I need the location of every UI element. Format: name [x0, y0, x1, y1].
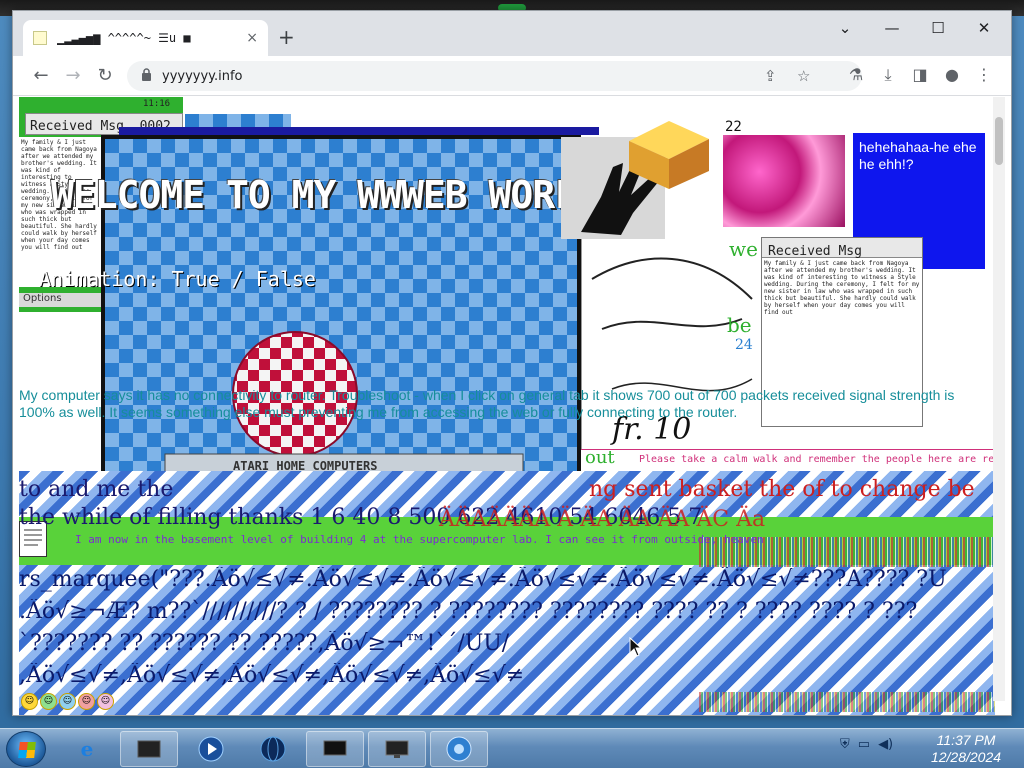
windows-flag-icon [18, 742, 36, 758]
clock-date: 12/28/2024 [930, 749, 1002, 765]
tab-search-chevron-icon[interactable]: ⌄ [830, 19, 860, 37]
tab-active[interactable]: ▁▂▃▄▅▆ ^^^^^~ ☰u ■ × [23, 20, 268, 56]
terminal-icon [137, 740, 161, 758]
media-player-taskbar-button[interactable] [182, 731, 240, 767]
scrollbar-thumb[interactable] [995, 117, 1003, 165]
url-text: yyyyyyy.info [162, 68, 243, 84]
share-icon[interactable]: ⇪ [764, 67, 777, 85]
marquee-line-2: .Äö√≥¬Æ? m??`//////////? ? / ???????? ? … [19, 599, 918, 624]
reload-button[interactable]: ↻ [93, 64, 117, 88]
num-24: 24 [735, 337, 753, 353]
taskbar-clock[interactable]: 11:37 PM 12/28/2024 [918, 732, 1014, 766]
animation-toggle[interactable]: Animation: True / False [39, 267, 316, 291]
calm-walk-note: Please take a calm walk and remember the… [639, 454, 995, 465]
emoji-row: ☺ ☺ ☺ ☺ ☺ [21, 693, 114, 710]
lock-icon[interactable] [141, 68, 152, 84]
profile-icon[interactable]: ● [941, 65, 963, 84]
blue-box-text: hehehahaa-he ehe he ehh!? [859, 139, 977, 172]
ie-icon: e [80, 737, 94, 761]
taskbar: e ⛨ ▭ ◀) 11:37 PM 12/28/2024 [0, 728, 1024, 768]
shield-icon[interactable]: ⛨ [840, 737, 850, 752]
marquee-line-4: ,Äö√≤√≠,Äö√≤√≠,Äö√≤√≠,Äö√≤√≠,Äö√≤√≠ [19, 663, 525, 688]
page-scrollbar[interactable] [993, 97, 1005, 701]
counter-22: 22 [725, 119, 742, 135]
menu-icon[interactable]: ⋮ [973, 65, 995, 84]
be-label: be [727, 313, 752, 337]
red-line-1: ng sent basket the of to change be [589, 477, 975, 502]
clock-time: 11:37 PM [936, 732, 996, 748]
monitor-icon [323, 740, 347, 756]
options-bar[interactable]: Options [19, 293, 101, 307]
smiley-green-icon: ☺ [40, 693, 57, 710]
mouse-cursor-icon [629, 637, 643, 657]
close-tab-icon[interactable]: × [246, 30, 258, 46]
smiley-red-icon: ☺ [78, 693, 95, 710]
forward-button[interactable]: → [61, 64, 85, 88]
download-icon[interactable]: ⤓ [877, 65, 899, 85]
small-time: 11:16 [143, 99, 171, 109]
sidebar-icon[interactable]: ◨ [909, 65, 931, 84]
system-tray: ⛨ ▭ ◀) [840, 737, 893, 752]
smiley-icon: ☺ [21, 693, 38, 710]
address-bar[interactable]: yyyyyyy.info ⇪ ☆ [127, 61, 862, 91]
back-button[interactable]: ← [29, 64, 53, 88]
browser-icon [446, 736, 472, 762]
volume-icon[interactable]: ◀) [878, 737, 893, 752]
marquee-line-3: `??????? ?? ?????? ?? ?????,Äö√≥¬™!`´/UU… [19, 631, 510, 656]
network-monitor-icon [385, 740, 409, 758]
tab-title: ▁▂▃▄▅▆ ^^^^^~ ☰u ■ [57, 31, 191, 45]
monitor-taskbar-button[interactable] [306, 731, 364, 767]
we-label: we [729, 237, 758, 261]
new-tab-button[interactable]: + [278, 25, 295, 49]
media-player-icon [198, 736, 224, 762]
network-monitor-taskbar-button[interactable] [368, 731, 426, 767]
browser-window: ▁▂▃▄▅▆ ^^^^^~ ☰u ■ × + ⌄ — ☐ ✕ ← → ↻ yyy… [12, 10, 1012, 716]
maximize-button[interactable]: ☐ [923, 19, 953, 37]
start-button[interactable] [6, 731, 46, 767]
noise-strip-bottom [699, 692, 995, 712]
labs-icon[interactable]: ⚗ [845, 65, 867, 84]
tab-strip: ▁▂▃▄▅▆ ^^^^^~ ☰u ■ × + ⌄ — ☐ ✕ [13, 11, 1011, 56]
letter-text-2: My family & I just came back from Nagoya… [764, 260, 920, 316]
network-icon[interactable]: ▭ [858, 737, 870, 752]
options-label: Options [23, 293, 62, 304]
troubleshoot-paragraph: My computer says it has no connectivity … [19, 387, 955, 420]
out-label: out [585, 447, 615, 468]
yellow-box-image [619, 111, 711, 191]
pink-glitch-image [723, 135, 845, 227]
favicon-icon [33, 31, 47, 45]
marquee-line-1: rs_marquee("???.Äö√≤√≠.Äö√≤√≠.Äö√≤√≠.Äö√… [19, 567, 947, 592]
minimize-button[interactable]: — [877, 19, 907, 37]
terminal-taskbar-button[interactable] [120, 731, 178, 767]
star-icon[interactable]: ☆ [797, 67, 810, 85]
serif-line-1: to and me the [19, 477, 174, 502]
basement-line: I am now in the basement level of buildi… [75, 533, 764, 546]
ie-taskbar-button[interactable]: e [58, 731, 116, 767]
received-msg-title-2: Received Msg [768, 244, 862, 259]
smiley-pink-icon: ☺ [97, 693, 114, 710]
browser-taskbar-button[interactable] [430, 731, 488, 767]
globe-icon [260, 736, 286, 762]
globe-taskbar-button[interactable] [244, 731, 302, 767]
page-viewport: Received Msg. 0002 11:16 My family & I j… [19, 97, 995, 715]
smiley-blue-icon: ☺ [59, 693, 76, 710]
close-window-button[interactable]: ✕ [969, 19, 999, 37]
navy-band [119, 127, 599, 135]
page-title: WELCOME TO MY WWWEB WORLD [51, 173, 599, 217]
red-line-2: ÄÄAÄÄÄA Ä ÄA ÄA ÄA ÄC Äa [439, 507, 766, 532]
browser-toolbar: ← → ↻ yyyyyyy.info ⇪ ☆ ⚗ ⤓ ◨ ● ⋮ [13, 56, 1011, 96]
